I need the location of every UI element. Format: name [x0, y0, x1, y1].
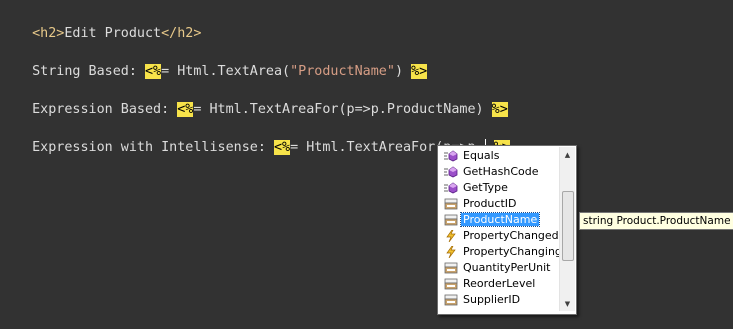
equals-sign: = — [161, 64, 170, 79]
code-line-expression-based[interactable]: Expression Based: <%= Html.TextAreaFor(p… — [16, 84, 508, 118]
member-tooltip: string Product.ProductName — [579, 212, 733, 230]
property-icon — [444, 198, 458, 210]
string-literal: "ProductName" — [290, 64, 395, 79]
server-tag-close: %> — [491, 102, 508, 117]
server-tag-close: %> — [411, 64, 428, 79]
server-tag-open: <% — [145, 64, 162, 79]
string-based-label: String Based: — [32, 64, 145, 79]
completion-item[interactable]: QuantityPerUnit — [439, 260, 559, 276]
completion-item-label: ReorderLevel — [463, 277, 536, 290]
completion-item-label: QuantityPerUnit — [463, 261, 551, 274]
heading-text: Edit Product — [64, 26, 162, 41]
method-icon — [444, 166, 458, 178]
completion-item[interactable]: PropertyChanging — [439, 244, 562, 260]
h2-close-tag: </h2> — [161, 26, 202, 41]
code-line-heading[interactable]: <h2>Edit Product</h2> — [16, 8, 201, 42]
textareafor-call: Html.TextAreaFor(p=>p.ProductName) — [201, 102, 492, 117]
completion-item-label: GetType — [463, 181, 508, 194]
completion-item-label: ProductID — [463, 197, 517, 210]
equals-sign: = — [290, 140, 299, 155]
completion-item[interactable]: SupplierID — [439, 292, 559, 308]
completion-item[interactable]: GetType — [439, 180, 559, 196]
property-icon — [444, 278, 458, 290]
property-icon — [444, 294, 458, 306]
server-tag-open: <% — [273, 140, 291, 155]
completion-scrollbar[interactable]: ▲ ▼ — [559, 147, 575, 311]
code-line-string-based[interactable]: String Based: <%= Html.TextArea("Product… — [16, 46, 428, 80]
completion-item[interactable]: ProductID — [439, 196, 559, 212]
completion-list[interactable]: Equals GetHashCode GetType ProductID Product… — [439, 148, 562, 308]
intellisense-label: Expression with Intellisense: — [32, 140, 274, 155]
code-line-intellisense[interactable]: Expression with Intellisense: <%= Html.T… — [16, 122, 510, 156]
method-icon — [444, 182, 458, 194]
event-icon — [444, 229, 458, 243]
scroll-up-arrow-icon[interactable]: ▲ — [560, 147, 575, 162]
completion-item[interactable]: ReorderLevel — [439, 276, 559, 292]
h2-open-tag: <h2> — [32, 26, 65, 41]
completion-item-label: ProductName — [459, 212, 541, 227]
completion-item[interactable]: ProductName — [439, 212, 559, 228]
completion-item-label: Equals — [463, 149, 500, 162]
scroll-down-arrow-icon[interactable]: ▼ — [560, 296, 575, 311]
intellisense-popup[interactable]: Equals GetHashCode GetType ProductID Product… — [437, 145, 577, 315]
completion-item[interactable]: PropertyChanged — [439, 228, 559, 244]
completion-item-label: PropertyChanged — [463, 229, 559, 242]
completion-item-label: SupplierID — [463, 293, 521, 306]
scroll-thumb[interactable] — [562, 191, 574, 261]
call-close: ) — [394, 64, 412, 79]
completion-item-label: PropertyChanging — [463, 245, 562, 258]
expression-based-label: Expression Based: — [32, 102, 178, 117]
server-tag-open: <% — [177, 102, 194, 117]
completion-item[interactable]: Equals — [439, 148, 559, 164]
textarea-call: Html.TextArea( — [169, 64, 291, 79]
method-icon — [444, 150, 458, 162]
completion-item-label: GetHashCode — [463, 165, 539, 178]
property-icon — [444, 214, 458, 226]
event-icon — [444, 245, 458, 259]
completion-item[interactable]: GetHashCode — [439, 164, 559, 180]
property-icon — [444, 262, 458, 274]
